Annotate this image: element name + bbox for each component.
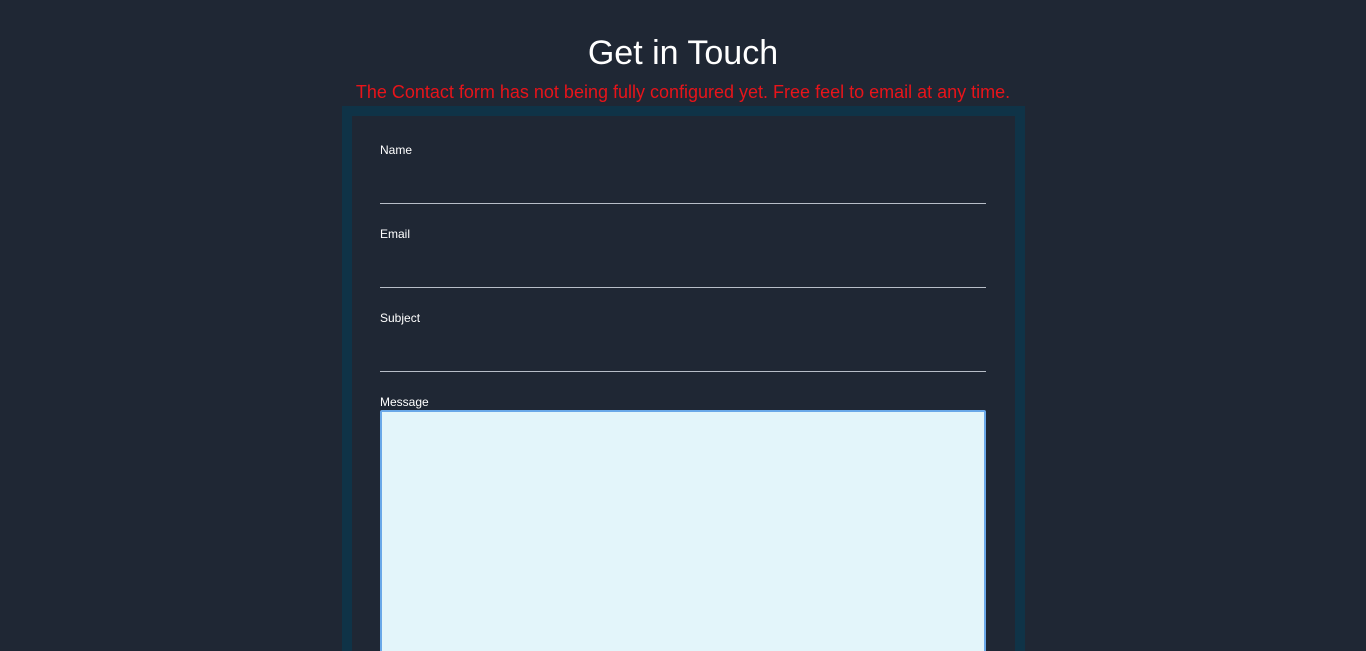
message-textarea[interactable] xyxy=(380,410,986,651)
config-warning: The Contact form has not being fully con… xyxy=(355,82,1011,102)
page-title: Get in Touch xyxy=(587,34,779,72)
name-label: Name xyxy=(380,143,413,157)
subject-label: Subject xyxy=(380,311,421,325)
email-input[interactable] xyxy=(380,258,986,288)
subject-input[interactable] xyxy=(380,342,986,372)
message-label: Message xyxy=(380,395,429,409)
email-label: Email xyxy=(380,227,411,241)
contact-form: Name Email Subject Message xyxy=(352,116,1015,651)
contact-form-frame: Name Email Subject Message xyxy=(342,106,1025,651)
name-input[interactable] xyxy=(380,174,986,204)
contact-page: Get in Touch The Contact form has not be… xyxy=(0,0,1366,651)
